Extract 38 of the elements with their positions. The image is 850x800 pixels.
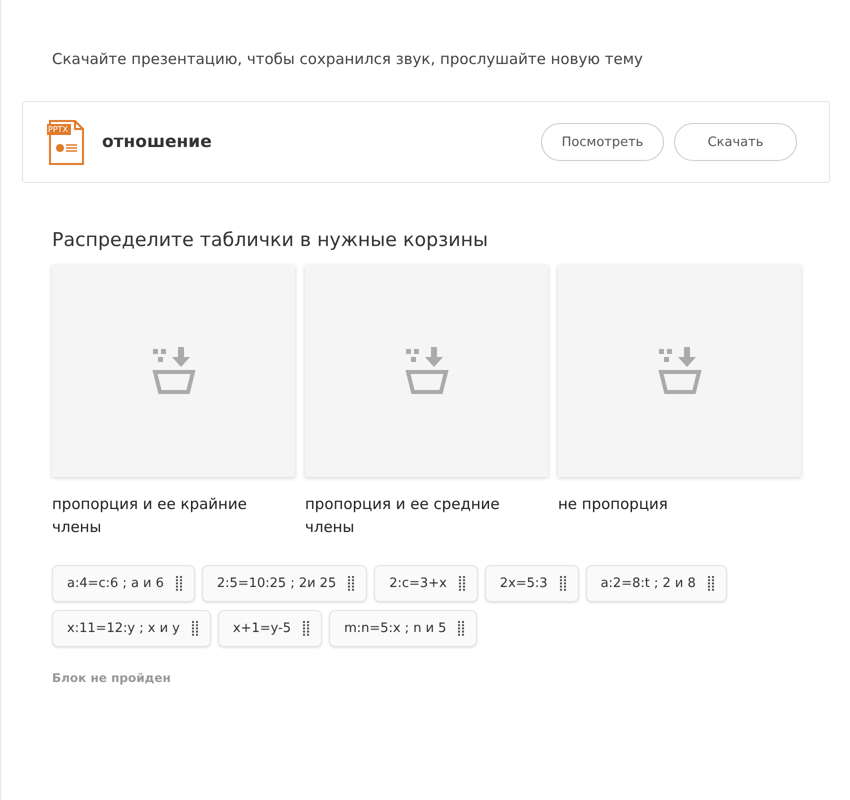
basket-label: пропорция и ее крайние члены (52, 494, 248, 538)
presentation-file-icon (47, 118, 85, 166)
draggable-card[interactable]: a:4=c:6 ; a и 6 (52, 565, 195, 602)
draggable-card[interactable]: 2x=5:3 (484, 565, 579, 602)
basket-drop-icon (404, 347, 450, 395)
basket-label: пропорция и ее средние члены (305, 494, 501, 538)
task-title: Распределите таблички в нужные корзины (52, 229, 490, 251)
draggable-card[interactable]: x+1=y-5 (218, 610, 322, 647)
card-text: x+1=y-5 (232, 621, 292, 636)
instruction-text: Скачайте презентацию, чтобы сохранился звук, прослушайте новую тему (52, 50, 644, 68)
card-text: a:4=c:6 ; a и 6 (67, 576, 164, 591)
card-text: 2:c=3+x (389, 576, 447, 591)
card-text: m:n=5:x ; n и 5 (344, 621, 446, 636)
drag-handle-icon[interactable] (708, 576, 714, 591)
drag-handle-icon[interactable] (560, 576, 566, 591)
card-text: a:2=8:t ; 2 и 8 (600, 576, 696, 591)
drag-handle-icon[interactable] (303, 621, 310, 636)
file-type-label: PPTX (48, 124, 68, 135)
basket-drop-icon (656, 347, 702, 395)
draggable-card[interactable]: 2:c=3+x (374, 565, 478, 602)
drag-handle-icon[interactable] (192, 621, 198, 636)
card-text: 2x=5:3 (500, 576, 548, 591)
view-button[interactable]: Посмотреть (541, 123, 664, 161)
draggable-card[interactable]: 2:5=10:25 ; 2и 25 (202, 565, 368, 602)
card-text: 2:5=10:25 ; 2и 25 (216, 576, 336, 591)
draggable-card[interactable]: x:11=12:y ; x и y (52, 610, 211, 647)
file-name: отношение (102, 132, 213, 152)
drag-handle-icon[interactable] (348, 576, 354, 591)
basket-label: не пропорция (558, 494, 669, 515)
basket-drop-icon (150, 347, 196, 395)
card-text: x:11=12:y ; x и y (67, 621, 180, 636)
status-text: Блок не пройден (52, 671, 172, 685)
download-button[interactable]: Скачать (674, 123, 797, 161)
drag-handle-icon[interactable] (176, 576, 182, 591)
drag-handle-icon[interactable] (458, 621, 464, 636)
draggable-card[interactable]: m:n=5:x ; n и 5 (329, 610, 478, 647)
draggable-card[interactable]: a:2=8:t ; 2 и 8 (586, 565, 727, 602)
drag-handle-icon[interactable] (458, 576, 465, 591)
